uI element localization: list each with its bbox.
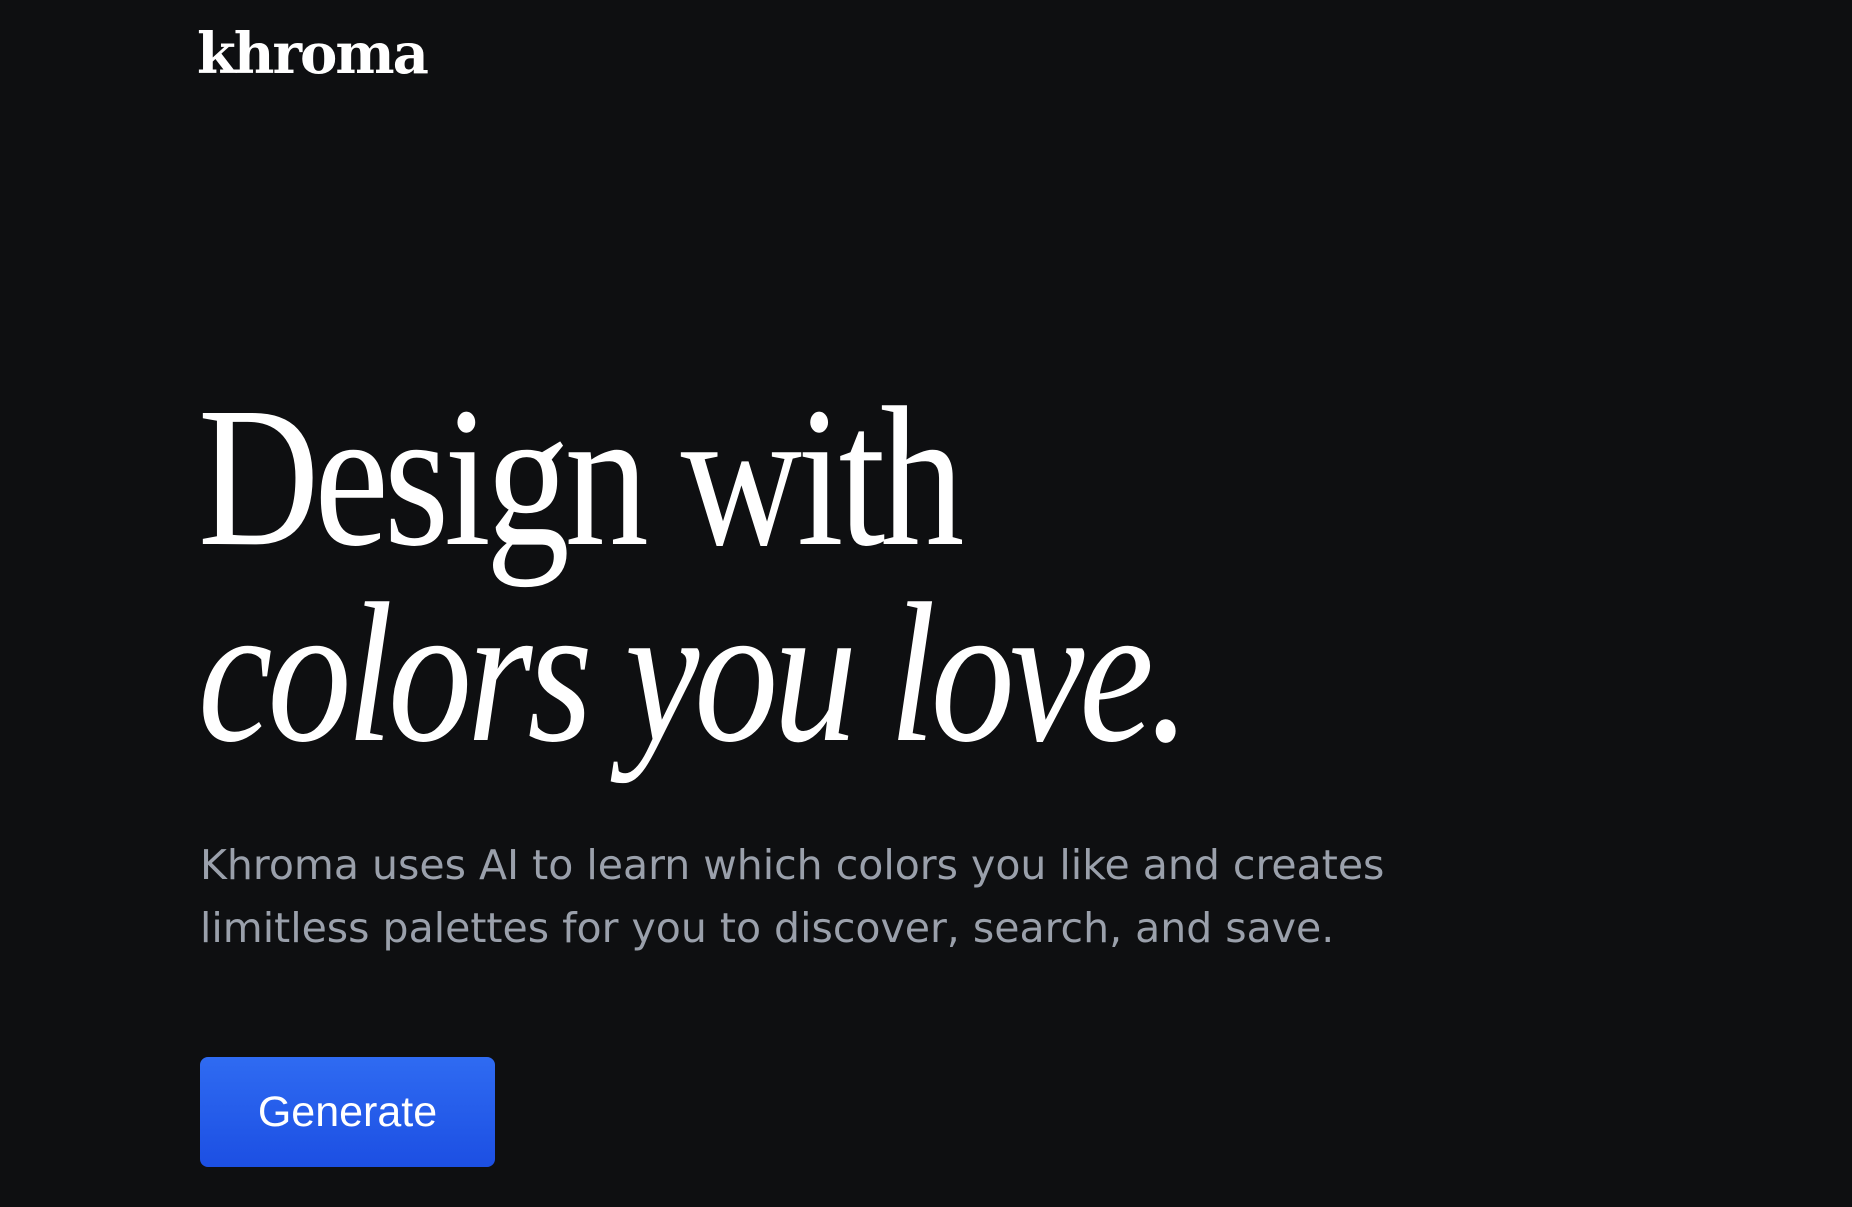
hero-subtitle: Khroma uses AI to learn which colors you… bbox=[200, 841, 1385, 952]
generate-button[interactable]: Generate bbox=[200, 1057, 495, 1167]
headline-line-1: Design with bbox=[198, 367, 964, 588]
headline-line-2: colors you love. bbox=[198, 563, 1191, 784]
hero-headline: Design with colors you love. bbox=[198, 367, 1191, 784]
khroma-logo[interactable]: khroma bbox=[197, 20, 429, 88]
